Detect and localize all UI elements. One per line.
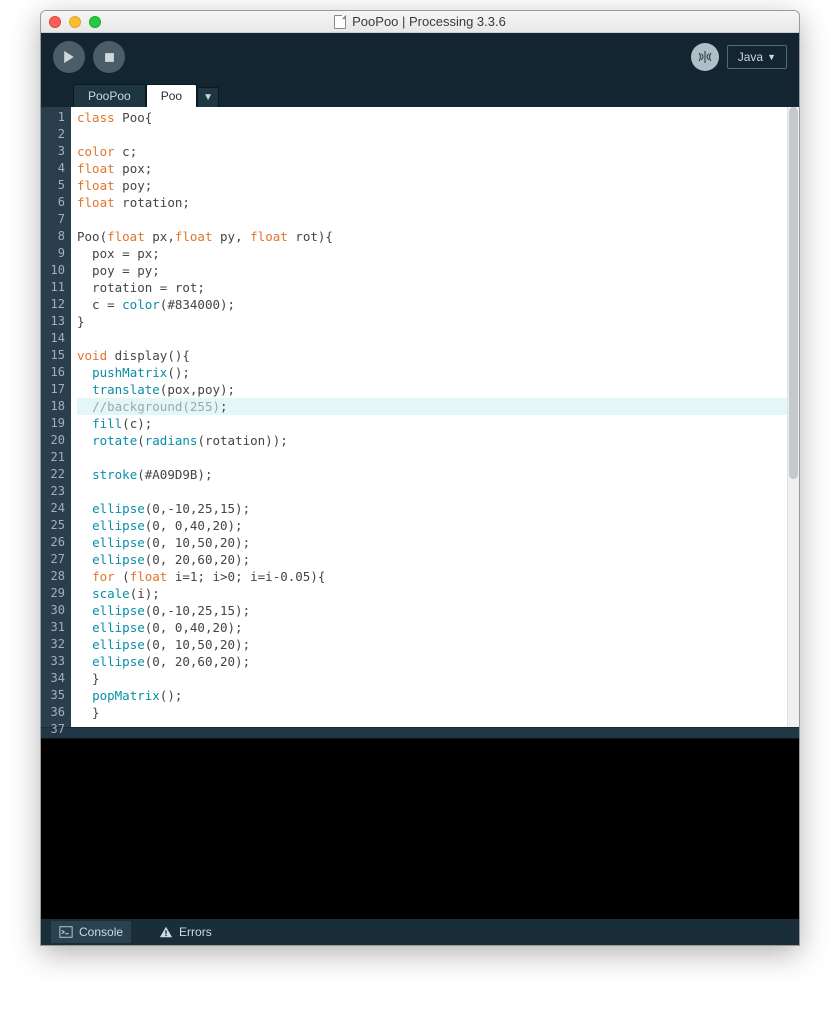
butterfly-icon [697, 49, 713, 65]
console-output[interactable] [41, 739, 799, 919]
scrollbar-thumb[interactable] [789, 107, 798, 479]
mode-label: Java [738, 50, 763, 64]
warning-icon [159, 925, 173, 939]
errors-tab[interactable]: Errors [151, 921, 220, 943]
document-icon [334, 15, 346, 29]
window-title: PooPoo | Processing 3.3.6 [41, 14, 799, 29]
app-window: PooPoo | Processing 3.3.6 Java ▼ PooPoo … [40, 10, 800, 946]
tab-dropdown-button[interactable]: ▼ [197, 87, 219, 107]
line-gutter: 1234567891011121314151617181920212223242… [41, 107, 71, 727]
code-area[interactable]: class Poo{ color c; float pox; float poy… [71, 107, 787, 727]
debug-button[interactable] [691, 43, 719, 71]
run-button[interactable] [53, 41, 85, 73]
play-icon [63, 51, 75, 63]
toolbar: Java ▼ [41, 33, 799, 81]
console-icon [59, 925, 73, 939]
stop-icon [104, 52, 115, 63]
console-tab-label: Console [79, 925, 123, 939]
errors-tab-label: Errors [179, 925, 212, 939]
tab-poopoo[interactable]: PooPoo [73, 84, 146, 107]
mode-selector[interactable]: Java ▼ [727, 45, 787, 69]
vertical-scrollbar[interactable] [787, 107, 799, 727]
tab-bar: PooPoo Poo ▼ [41, 81, 799, 107]
bottom-bar: Console Errors [41, 919, 799, 945]
console-tab[interactable]: Console [51, 921, 131, 943]
editor: 1234567891011121314151617181920212223242… [41, 107, 799, 727]
tab-poo[interactable]: Poo [146, 84, 197, 107]
stop-button[interactable] [93, 41, 125, 73]
window-title-text: PooPoo | Processing 3.3.6 [352, 14, 506, 29]
chevron-down-icon: ▼ [767, 52, 776, 62]
titlebar: PooPoo | Processing 3.3.6 [41, 11, 799, 33]
pane-separator[interactable] [41, 727, 799, 739]
